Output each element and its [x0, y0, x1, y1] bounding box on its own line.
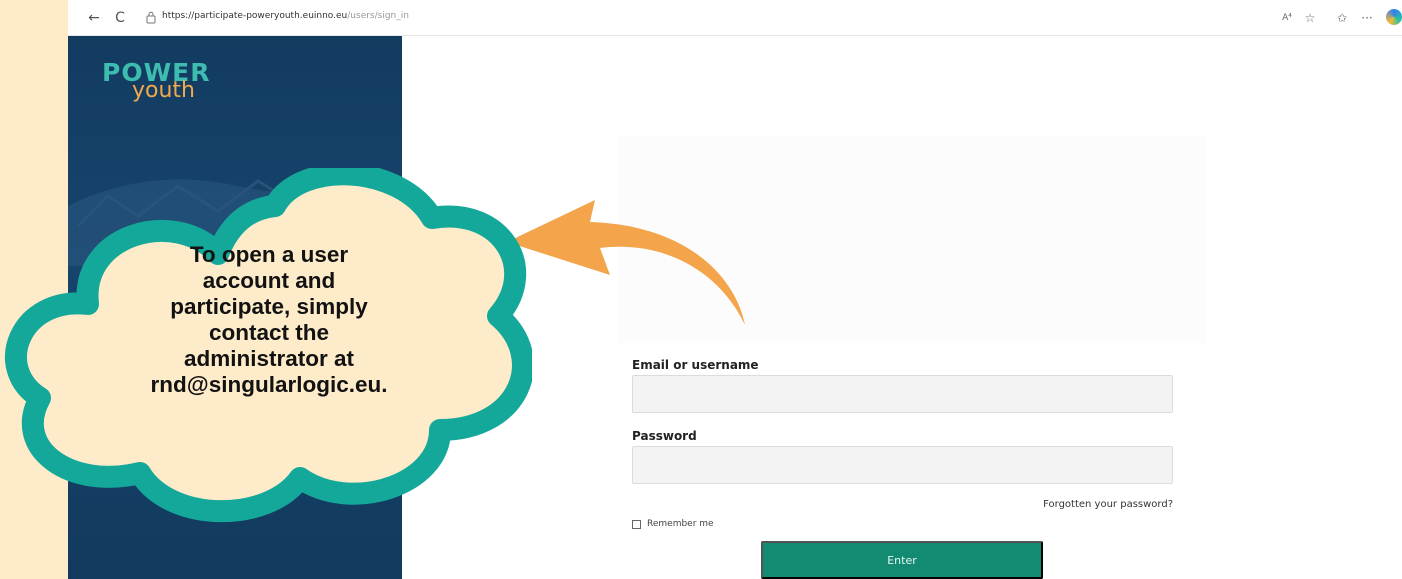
enter-button[interactable]: Enter	[761, 541, 1043, 579]
url-path: /users/sign_in	[347, 11, 409, 21]
forgot-password-link[interactable]: Forgotten your password?	[1043, 499, 1173, 510]
remember-me-label: Remember me	[647, 519, 714, 529]
email-label: Email or username	[632, 358, 759, 372]
callout-line: rnd@singularlogic.eu.	[150, 372, 388, 397]
refresh-icon[interactable]: C	[112, 10, 128, 26]
url-host: https://participate-poweryouth.euinno.eu	[162, 11, 348, 21]
callout-line: To open a user	[189, 242, 349, 267]
favorite-star-icon[interactable]: ☆	[1301, 9, 1319, 27]
more-icon[interactable]: ···	[1358, 9, 1376, 27]
password-field[interactable]	[632, 446, 1173, 484]
edge-profile-icon[interactable]	[1386, 9, 1402, 25]
url-text: https://participate-poweryouth.euinno.eu…	[162, 11, 409, 21]
callout-line: participate, simply	[170, 294, 368, 319]
callout-line: account and	[202, 268, 336, 293]
callout-text: To open a user account and participate, …	[143, 242, 395, 398]
callout-line: administrator at	[183, 346, 355, 371]
remember-me[interactable]: Remember me	[632, 517, 714, 531]
back-arrow-icon[interactable]: ←	[86, 10, 102, 26]
pointer-arrow	[507, 200, 745, 325]
remember-me-checkbox[interactable]	[632, 519, 641, 529]
lock-icon	[146, 11, 156, 24]
email-field[interactable]	[632, 375, 1173, 413]
browser-toolbar: ← C https://participate-poweryouth.euinn…	[68, 0, 1402, 36]
read-aloud-icon[interactable]: A⁴	[1278, 9, 1296, 27]
password-label: Password	[632, 429, 697, 443]
callout-line: contact the	[208, 320, 329, 345]
address-bar[interactable]: https://participate-poweryouth.euinno.eu…	[138, 6, 1278, 30]
favorites-list-icon[interactable]: ✩	[1333, 9, 1351, 27]
logo-youth-text: youth	[132, 78, 195, 103]
